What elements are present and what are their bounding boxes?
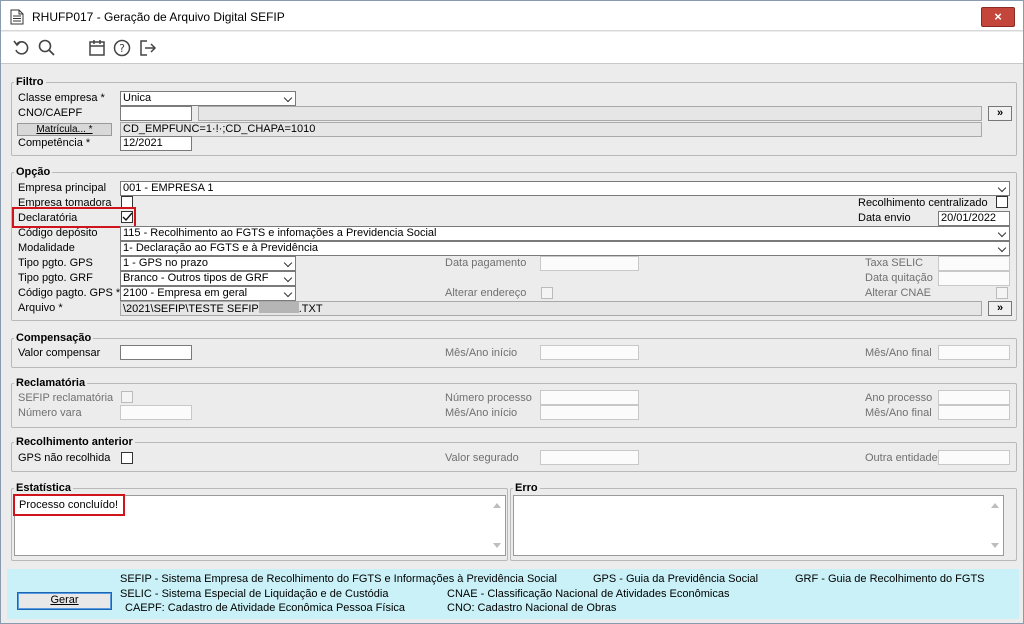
recolhimento-centralizado-label: Recolhimento centralizado <box>858 197 988 209</box>
legend-caepf: CAEPF: Cadastro de Atividade Econômica P… <box>125 602 406 614</box>
estatistica-legend: Estatística <box>16 482 72 494</box>
cno-caepf-input[interactable] <box>120 106 192 121</box>
matricula-value: CD_EMPFUNC=1·!·;CD_CHAPA=1010 <box>120 122 982 137</box>
legend-cno: CNO: Cadastro Nacional de Obras <box>447 602 617 614</box>
estatistica-highlight <box>13 494 125 516</box>
taxa-selic-input[interactable] <box>938 256 1010 271</box>
reclamatoria-legend: Reclamatória <box>16 377 86 389</box>
legend-gps: GPS - Guia da Previdência Social <box>593 573 759 585</box>
numero-vara-label: Número vara <box>18 407 82 419</box>
compensacao-legend: Compensação <box>16 332 92 344</box>
empresa-principal-select[interactable]: 001 - EMPRESA 1 <box>120 181 1010 196</box>
undo-icon[interactable] <box>12 38 32 58</box>
opcao-legend: Opção <box>16 166 51 178</box>
reclamatoria-mes-inicio-input[interactable] <box>540 405 639 420</box>
gerar-button[interactable]: Gerar <box>17 592 112 610</box>
numero-processo-input[interactable] <box>540 390 639 405</box>
numero-processo-label: Número processo <box>445 392 532 404</box>
help-icon[interactable]: ? <box>112 38 132 58</box>
arquivo-extension: .TXT <box>298 303 323 315</box>
taxa-selic-label: Taxa SELIC <box>865 257 924 269</box>
arquivo-input[interactable]: \2021\SEFIP\TESTE SEFIP .TXT <box>120 301 982 316</box>
title-bar: RHUFP017 - Geração de Arquivo Digital SE… <box>1 1 1023 31</box>
data-quitacao-input[interactable] <box>938 271 1010 286</box>
cno-caepf-description <box>198 106 982 121</box>
erro-scrollbar[interactable] <box>986 497 1002 554</box>
compensacao-mes-final-input[interactable] <box>938 345 1010 360</box>
cno-lookup-button[interactable]: » <box>988 106 1012 121</box>
tipo-grf-label: Tipo pgto. GRF <box>18 272 93 284</box>
valor-segurado-input[interactable] <box>540 450 639 465</box>
data-pagamento-input[interactable] <box>540 256 639 271</box>
data-pagamento-label: Data pagamento <box>445 257 527 269</box>
legend-cnae: CNAE - Classificação Nacional de Ativida… <box>447 588 730 600</box>
gps-nao-recolhida-label: GPS não recolhida <box>18 452 111 464</box>
alterar-cnae-checkbox[interactable] <box>996 287 1008 299</box>
cno-caepf-label: CNO/CAEPF <box>18 107 83 119</box>
ano-processo-input[interactable] <box>938 390 1010 405</box>
filtro-legend: Filtro <box>16 76 44 88</box>
valor-compensar-label: Valor compensar <box>18 347 101 359</box>
gps-nao-recolhida-checkbox[interactable] <box>121 452 133 464</box>
legend-sefip: SEFIP - Sistema Empresa de Recolhimento … <box>120 573 557 585</box>
legend-selic: SELIC - Sistema Especial de Liquidação e… <box>120 588 389 600</box>
data-quitacao-label: Data quitação <box>865 272 933 284</box>
codigo-deposito-select[interactable]: 115 - Recolhimento ao FGTS e infomações … <box>120 226 1010 241</box>
numero-vara-input[interactable] <box>120 405 192 420</box>
calendar-icon[interactable] <box>87 38 107 58</box>
declaratoria-highlight <box>12 207 136 228</box>
close-button[interactable]: × <box>981 7 1015 27</box>
exit-icon[interactable] <box>138 38 158 58</box>
sefip-reclamatoria-checkbox[interactable] <box>121 391 133 403</box>
matricula-button[interactable]: Matrícula... * <box>17 123 112 136</box>
recolhimento-centralizado-checkbox[interactable] <box>996 196 1008 208</box>
sefip-window: RHUFP017 - Geração de Arquivo Digital SE… <box>0 0 1024 624</box>
tipo-gps-select[interactable]: 1 - GPS no prazo <box>120 256 296 271</box>
reclamatoria-mes-inicio-label: Mês/Ano início <box>445 407 518 419</box>
tipo-grf-select[interactable]: Branco - Outros tipos de GRF <box>120 271 296 286</box>
alterar-endereco-label: Alterar endereço <box>445 287 527 299</box>
redacted-block <box>258 302 299 313</box>
svg-text:?: ? <box>119 42 125 55</box>
codigo-gps-select[interactable]: 2100 - Empresa em geral <box>120 286 296 301</box>
erro-textarea[interactable] <box>513 495 1004 556</box>
arquivo-browse-button[interactable]: » <box>988 301 1012 316</box>
classe-empresa-select[interactable]: Unica <box>120 91 296 106</box>
recolhimento-anterior-legend: Recolhimento anterior <box>16 436 133 448</box>
reclamatoria-mes-final-label: Mês/Ano final <box>865 407 932 419</box>
arquivo-path: \2021\SEFIP\TESTE SEFIP <box>123 303 259 315</box>
codigo-deposito-label: Código depósito <box>18 227 98 239</box>
modalidade-label: Modalidade <box>18 242 75 254</box>
alterar-endereco-checkbox[interactable] <box>541 287 553 299</box>
empresa-principal-label: Empresa principal <box>18 182 107 194</box>
window-title: RHUFP017 - Geração de Arquivo Digital SE… <box>32 10 285 24</box>
sefip-reclamatoria-label: SEFIP reclamatória <box>18 392 114 404</box>
reclamatoria-mes-final-input[interactable] <box>938 405 1010 420</box>
competencia-label: Competência * <box>18 137 91 149</box>
codigo-gps-label: Código pagto. GPS * <box>18 287 121 299</box>
toolbar: ? <box>1 32 1023 64</box>
modalidade-select[interactable]: 1- Declaração ao FGTS e à Previdência <box>120 241 1010 256</box>
data-envio-input[interactable]: 20/01/2022 <box>938 211 1010 226</box>
compensacao-mes-inicio-label: Mês/Ano início <box>445 347 518 359</box>
alterar-cnae-label: Alterar CNAE <box>865 287 932 299</box>
legend-grf: GRF - Guia de Recolhimento do FGTS <box>795 573 985 585</box>
document-icon <box>10 9 24 25</box>
outra-entidade-label: Outra entidade <box>865 452 938 464</box>
search-icon[interactable] <box>37 38 57 58</box>
classe-empresa-label: Classe empresa * <box>18 92 105 104</box>
ano-processo-label: Ano processo <box>865 392 933 404</box>
valor-segurado-label: Valor segurado <box>445 452 519 464</box>
tipo-gps-label: Tipo pgto. GPS <box>18 257 93 269</box>
data-envio-label: Data envio <box>858 212 911 224</box>
outra-entidade-input[interactable] <box>938 450 1010 465</box>
arquivo-label: Arquivo * <box>18 302 63 314</box>
estatistica-scrollbar[interactable] <box>488 497 504 554</box>
compensacao-mes-inicio-input[interactable] <box>540 345 639 360</box>
erro-legend: Erro <box>515 482 538 494</box>
compensacao-mes-final-label: Mês/Ano final <box>865 347 932 359</box>
valor-compensar-input[interactable] <box>120 345 192 360</box>
competencia-input[interactable]: 12/2021 <box>120 136 192 151</box>
